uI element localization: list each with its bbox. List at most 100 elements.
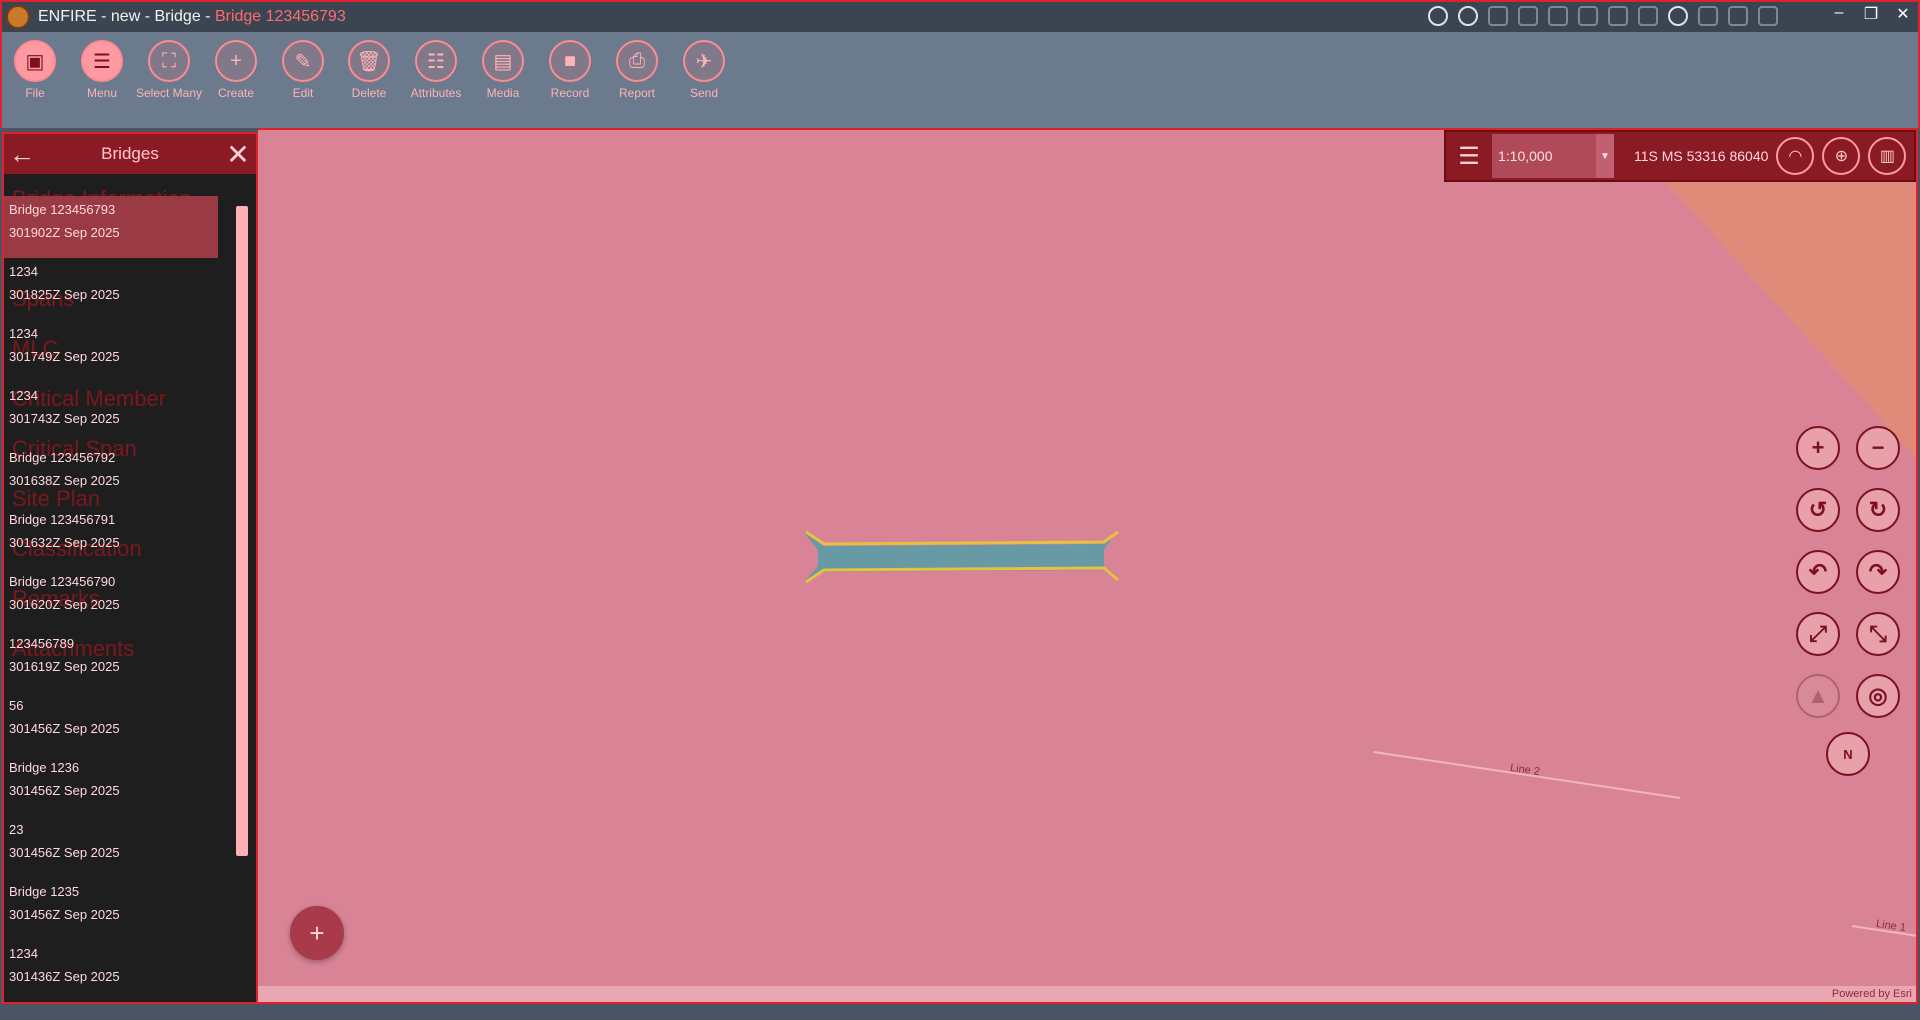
pin-edit-icon: ✎ <box>282 40 324 82</box>
attributes-label: Attributes <box>410 86 462 100</box>
item-time: 301638Z Sep 2025 <box>9 473 120 488</box>
hamburger-icon: ☰ <box>81 40 123 82</box>
attributes-button[interactable]: ☷ Attributes <box>403 40 469 100</box>
delete-button[interactable]: 🗑 Delete <box>336 40 402 100</box>
delete-label: Delete <box>351 86 387 100</box>
add-feature-button[interactable]: + <box>290 906 344 960</box>
select-many-label: Select Many <box>135 86 203 100</box>
crosshair-icon[interactable]: ⊕ <box>1822 137 1861 175</box>
select-many-button[interactable]: ⛶ Select Many <box>136 40 202 100</box>
basemap-icon[interactable]: ▥ <box>1868 137 1907 175</box>
chevron-down-icon[interactable]: ▼ <box>1596 134 1614 178</box>
binoculars-icon[interactable] <box>1578 6 1598 26</box>
list-item[interactable]: 1234 301743Z Sep 2025 <box>4 382 224 444</box>
rotate-ccw-button[interactable]: ↺ <box>1796 488 1840 532</box>
redo-button[interactable]: ↷ <box>1856 550 1900 594</box>
menu-label: Menu <box>86 86 118 100</box>
trash-icon: 🗑 <box>348 40 390 82</box>
title-bar: ENFIRE - new - Bridge - Bridge 123456793… <box>0 0 1920 32</box>
map-scale-bar: ☰ 1:10,000 ▼ 11S MS 53316 86040 ◠ ⊕ ▥ <box>1444 130 1916 182</box>
item-time: 301632Z Sep 2025 <box>9 535 120 550</box>
record-button[interactable]: ■ Record <box>537 40 603 100</box>
report-button[interactable]: ⎙ Report <box>604 40 670 100</box>
window-controls: – ❐ ✕ <box>1830 4 1912 24</box>
image-icon: ▤ <box>482 40 524 82</box>
bridge-feature[interactable] <box>804 530 1119 584</box>
list-item[interactable]: Bridge 123456793 301902Z Sep 2025 <box>4 196 218 258</box>
map-bottom-strip <box>258 986 1916 1002</box>
app-name: ENFIRE - new - Bridge - <box>38 8 215 25</box>
list-item[interactable]: 123456789 301619Z Sep 2025 <box>4 630 224 692</box>
report-label: Report <box>618 86 656 100</box>
restore-button[interactable]: ❐ <box>1862 4 1880 24</box>
locate-button[interactable]: ◎ <box>1856 674 1900 718</box>
list-scrollbar[interactable] <box>236 206 248 856</box>
satellite-icon[interactable] <box>1488 6 1508 26</box>
refresh-icon[interactable] <box>1458 6 1478 26</box>
navigate-arrow-icon[interactable]: ▲ <box>1796 674 1840 718</box>
bridges-panel: ← Bridges ✕ Bridge Information Abutments… <box>2 132 258 1004</box>
list-item[interactable]: 23 301456Z Sep 2025 <box>4 816 224 878</box>
item-time: 301456Z Sep 2025 <box>9 783 120 798</box>
title-icon-bar <box>1428 6 1778 26</box>
list-item[interactable]: 1234 301749Z Sep 2025 <box>4 320 224 382</box>
microphone-icon[interactable] <box>1698 6 1718 26</box>
media-label: Media <box>486 86 520 100</box>
item-name: 1234 <box>9 946 38 961</box>
rotate-cw-button[interactable]: ↻ <box>1856 488 1900 532</box>
list-item[interactable]: Bridge 123456792 301638Z Sep 2025 <box>4 444 224 506</box>
item-time: 301620Z Sep 2025 <box>9 597 120 612</box>
edit-button[interactable]: ✎ Edit <box>270 40 336 100</box>
zoom-out-button[interactable]: − <box>1856 426 1900 470</box>
cube-icon[interactable] <box>1608 6 1628 26</box>
list-item[interactable]: 1234 301436Z Sep 2025 <box>4 940 224 1002</box>
list-item[interactable]: Bridge 1236 301456Z Sep 2025 <box>4 754 224 816</box>
north-arrow-icon[interactable]: N <box>1826 732 1870 776</box>
list-item[interactable]: Bridge 1235 301456Z Sep 2025 <box>4 878 224 940</box>
list-item[interactable]: 1234 301825Z Sep 2025 <box>4 258 224 320</box>
list-item[interactable]: Bridge 123456790 301620Z Sep 2025 <box>4 568 224 630</box>
panel-title: Bridges <box>101 144 159 163</box>
select-many-icon: ⛶ <box>148 40 190 82</box>
scale-input[interactable]: 1:10,000 <box>1492 134 1596 178</box>
cloud-icon[interactable] <box>1758 6 1778 26</box>
info-icon[interactable] <box>1428 6 1448 26</box>
layers-icon[interactable] <box>1548 6 1568 26</box>
item-name: 1234 <box>9 264 38 279</box>
item-name: Bridge 123456793 <box>9 202 116 217</box>
item-time: 301456Z Sep 2025 <box>9 721 120 736</box>
send-button[interactable]: ✈ Send <box>671 40 737 100</box>
camera-icon: ■ <box>549 40 591 82</box>
zoom-to-layer-button[interactable]: ⤡ <box>1856 612 1900 656</box>
bridge-list: Bridge 123456793 301902Z Sep 2025 1234 3… <box>4 196 224 1002</box>
media-button[interactable]: ▤ Media <box>470 40 536 100</box>
list-item[interactable]: Bridge 123456791 301632Z Sep 2025 <box>4 506 224 568</box>
file-label: File <box>25 86 45 100</box>
create-button[interactable]: + Create <box>203 40 269 100</box>
stack-icon[interactable] <box>1518 6 1538 26</box>
document-name: Bridge 123456793 <box>214 8 346 25</box>
full-extent-button[interactable]: ⤢ <box>1796 612 1840 656</box>
menu-button[interactable]: ☰ Menu <box>69 40 135 100</box>
zoom-in-button[interactable]: + <box>1796 426 1840 470</box>
list-item[interactable]: 56 301456Z Sep 2025 <box>4 692 224 754</box>
item-time: 301456Z Sep 2025 <box>9 907 120 922</box>
file-button[interactable]: ▣ File <box>2 40 68 100</box>
gauge-icon[interactable]: ◠ <box>1776 137 1815 175</box>
map-view[interactable]: Line 2 Line 1 ☰ 1:10,000 ▼ 11S MS 53316 … <box>258 128 1918 1004</box>
antenna-icon[interactable] <box>1728 6 1748 26</box>
send-label: Send <box>689 86 719 100</box>
map-menu-icon[interactable]: ☰ <box>1446 142 1492 171</box>
minimize-button[interactable]: – <box>1830 4 1848 24</box>
item-name: 1234 <box>9 326 38 341</box>
undo-button[interactable]: ↶ <box>1796 550 1840 594</box>
item-name: Bridge 1236 <box>9 760 80 775</box>
video-icon[interactable] <box>1668 6 1688 26</box>
item-name: 23 <box>9 822 24 837</box>
back-arrow-icon[interactable]: ← <box>4 136 40 172</box>
network-icon[interactable] <box>1638 6 1658 26</box>
item-time: 301619Z Sep 2025 <box>9 659 120 674</box>
close-window-button[interactable]: ✕ <box>1894 4 1912 24</box>
close-panel-icon[interactable]: ✕ <box>220 136 256 172</box>
map-canvas <box>804 130 1916 937</box>
